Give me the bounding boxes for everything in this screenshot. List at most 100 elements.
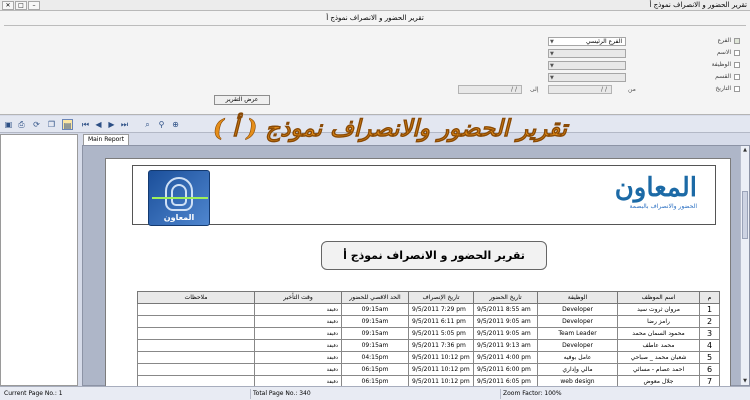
cell-in: 9/5/2011 9:13 am [473, 339, 538, 352]
status-bar: Current Page No.: 1 Total Page No.: 340 … [0, 386, 750, 400]
cell-no: 1 [699, 303, 720, 316]
cell-in: 9/5/2011 8:55 am [473, 303, 538, 316]
date-checkbox[interactable] [734, 85, 740, 92]
tab-main-report[interactable]: Main Report [83, 134, 130, 145]
fingerprint-logo: المعاون [148, 170, 210, 226]
filter-date[interactable]: التاريخ [697, 85, 740, 92]
cell-notes [137, 351, 255, 364]
cell-no: 4 [699, 339, 720, 352]
branch-select-value: الفرع الرئيسي [586, 38, 622, 45]
cell-out: 9/5/2011 7:36 pm [408, 339, 474, 352]
brand-name: المعاون [614, 173, 697, 203]
cell-notes [137, 315, 255, 328]
chevron-down-icon: ▼ [550, 63, 554, 69]
report-title: تقرير الحضور و الانصراف نموذج أ [321, 241, 547, 270]
col-job: الوظيفة [537, 291, 618, 304]
cell-out: 9/5/2011 5:05 pm [408, 327, 474, 340]
attendance-table: م اسم الموظف الوظيفة تاريخ الحضور تاريخ … [137, 291, 720, 388]
name-checkbox[interactable] [734, 49, 740, 56]
table-row: 6 احمد عصام - مسائي مالي وإداري 9/5/2011 6:… [137, 363, 720, 376]
scroll-down-icon[interactable]: ▼ [741, 377, 749, 385]
department-label: القسم [715, 73, 731, 80]
report-viewer: ▲ ▼ المعاون المعاون الحضور والانصراف بال… [82, 145, 750, 388]
filter-department[interactable]: القسم [697, 73, 740, 80]
last-page-icon[interactable]: ⏭ [119, 119, 130, 130]
date-label: التاريخ [715, 85, 731, 92]
search-icon[interactable]: ⌕ [142, 119, 153, 130]
job-checkbox[interactable] [734, 61, 740, 68]
cell-name: شعبان محمد _ صباحي [617, 351, 700, 364]
col-notes: ملاحظات [137, 291, 255, 304]
cell-max: 09:15am [341, 303, 409, 316]
refresh-icon[interactable]: ⟳ [31, 119, 42, 130]
cell-notes [137, 327, 255, 340]
copy-icon[interactable]: ❐ [46, 119, 57, 130]
table-row: 4 محمد عاطف Developer 9/5/2011 9:13 am 9/5/2… [137, 339, 720, 352]
job-select[interactable]: ▼ [548, 61, 626, 70]
cell-notes [137, 303, 255, 316]
show-report-button[interactable]: عرض التقرير [214, 95, 270, 105]
cell-in: 9/5/2011 6:00 pm [473, 363, 538, 376]
filter-job[interactable]: الوظيفة [697, 61, 740, 68]
report-page: المعاون المعاون الحضور والانصراف بالبصمة… [105, 158, 731, 388]
current-page-status: Current Page No.: 1 [4, 390, 63, 397]
cell-late: دقيقة [254, 339, 342, 352]
zoom-icon[interactable]: ⊕ [170, 119, 181, 130]
scan-line [152, 197, 208, 199]
cell-late: دقيقة [254, 303, 342, 316]
panel-divider [4, 25, 746, 26]
cell-job: Team Leader [537, 327, 618, 340]
cell-late: دقيقة [254, 315, 342, 328]
chevron-down-icon: ▼ [550, 75, 554, 81]
export-icon[interactable]: ▣ [3, 119, 14, 130]
branch-checkbox[interactable] [734, 37, 740, 44]
filter-branch[interactable]: الفرع [697, 37, 740, 44]
cell-name: رامز رضا [617, 315, 700, 328]
name-label: الاسم [716, 49, 731, 56]
first-page-icon[interactable]: ⏮ [80, 119, 91, 130]
window-title: تقرير الحضور و الانصراف نموذج أ [649, 1, 747, 9]
maximize-icon[interactable]: □ [15, 1, 27, 10]
cell-job: Developer [537, 339, 618, 352]
brand-block: المعاون الحضور والانصراف بالبصمة [615, 173, 697, 210]
close-icon[interactable]: ✕ [2, 1, 14, 10]
group-tree-pane[interactable] [0, 134, 78, 386]
date-from-input[interactable]: / / [548, 85, 612, 94]
cell-max: 09:15am [341, 339, 409, 352]
brand-tagline: الحضور والانصراف بالبصمة [629, 203, 697, 210]
previous-page-icon[interactable]: ◀ [93, 119, 104, 130]
next-page-icon[interactable]: ▶ [106, 119, 117, 130]
minimize-icon[interactable]: – [28, 1, 40, 10]
cell-notes [137, 339, 255, 352]
print-icon[interactable]: ⎙ [16, 119, 27, 130]
col-out: تاريخ الإنصراف [408, 291, 474, 304]
date-to-input[interactable]: / / [458, 85, 522, 94]
find-icon[interactable]: ⚲ [156, 119, 167, 130]
cell-job: عامل بوفيه [537, 351, 618, 364]
logo-text: المعاون [163, 213, 195, 222]
cell-in: 9/5/2011 9:05 am [473, 327, 538, 340]
cell-out: 9/5/2011 7:29 pm [408, 303, 474, 316]
date-to-label: إلى [530, 86, 539, 93]
cell-name: محمود السمان محمد [617, 327, 700, 340]
col-no: م [699, 291, 720, 304]
cell-late: دقيقة [254, 327, 342, 340]
col-late: وقت التأخير [254, 291, 342, 304]
vertical-scrollbar[interactable]: ▲ ▼ [740, 146, 749, 385]
panel-title: تقرير الحضور و الانصراف نموذج أ [326, 14, 424, 22]
window-titlebar: ✕ □ – تقرير الحضور و الانصراف نموذج أ [0, 0, 750, 11]
table-row: 3 محمود السمان محمد Team Leader 9/5/2011 9:… [137, 327, 720, 340]
scroll-thumb[interactable] [742, 191, 748, 239]
cell-max: 04:15pm [341, 351, 409, 364]
name-select[interactable]: ▼ [548, 49, 626, 58]
report-header: المعاون المعاون الحضور والانصراف بالبصمة [132, 165, 716, 226]
department-checkbox[interactable] [734, 73, 740, 80]
filter-name[interactable]: الاسم [697, 49, 740, 56]
cell-in: 9/5/2011 4:00 pm [473, 351, 538, 364]
branch-select[interactable]: ▼ الفرع الرئيسي [548, 37, 626, 46]
scroll-up-icon[interactable]: ▲ [741, 146, 749, 154]
toggle-tree-icon[interactable]: ▤ [62, 119, 73, 130]
fingerprint-inner [171, 184, 187, 206]
department-select[interactable]: ▼ [548, 73, 626, 82]
chevron-down-icon: ▼ [550, 39, 554, 45]
